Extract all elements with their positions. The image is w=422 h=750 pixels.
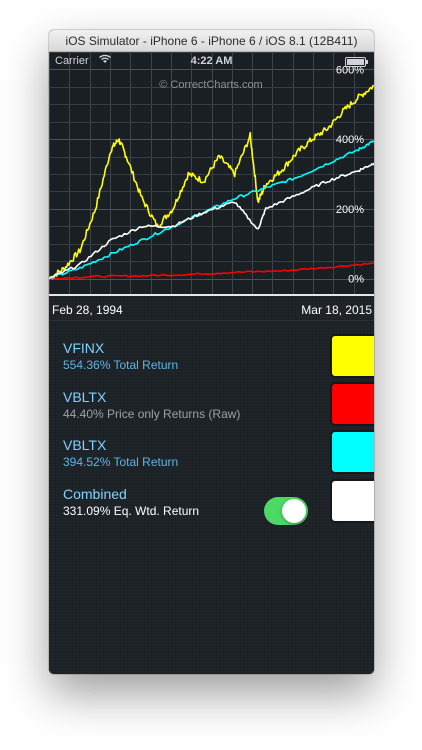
legend-item-vbltx-total[interactable]: VBLTX 394.52% Total Return — [63, 437, 303, 469]
simulator-window: iOS Simulator - iPhone 6 - iPhone 6 / iO… — [49, 30, 374, 674]
legend-item-vfinx[interactable]: VFINX 554.36% Total Return — [63, 340, 303, 372]
color-swatch-vbltx-raw[interactable] — [330, 382, 374, 426]
toggle-knob — [282, 499, 306, 523]
divider — [49, 320, 374, 321]
y-tick-label: 400% — [336, 134, 364, 146]
legend-desc: 554.36% Total Return — [63, 358, 179, 372]
y-tick-label: 0% — [348, 274, 364, 286]
status-bar: Carrier 4:22 AM — [49, 52, 374, 70]
start-date: Feb 28, 1994 — [52, 303, 123, 317]
y-tick-label: 200% — [336, 204, 364, 216]
legend-desc: 44.40% Price only Returns (Raw) — [63, 407, 241, 421]
combined-toggle[interactable] — [264, 497, 308, 525]
color-swatch-combined[interactable] — [330, 479, 374, 523]
legend-item-vbltx-raw[interactable]: VBLTX 44.40% Price only Returns (Raw) — [63, 389, 303, 421]
legend-name: VFINX — [63, 340, 105, 356]
window-title: iOS Simulator - iPhone 6 - iPhone 6 / iO… — [49, 30, 374, 52]
phone-screen: © CorrectCharts.com 0% 200% 400% 600% Carri… — [49, 52, 374, 674]
chart-watermark: © CorrectCharts.com — [159, 79, 262, 91]
performance-chart: © CorrectCharts.com 0%200%400%600% — [49, 52, 374, 296]
legend-name: VBLTX — [63, 437, 107, 453]
end-date: Mar 18, 2015 — [301, 303, 372, 317]
battery-icon — [345, 57, 368, 67]
legend-name: VBLTX — [63, 389, 107, 405]
color-swatch-vfinx[interactable] — [330, 334, 374, 378]
status-time: 4:22 AM — [190, 55, 233, 67]
legend-name: Combined — [63, 486, 127, 502]
x-axis-line — [49, 294, 374, 296]
legend-desc: 394.52% Total Return — [63, 455, 179, 469]
color-swatch-vbltx-total[interactable] — [330, 430, 374, 474]
